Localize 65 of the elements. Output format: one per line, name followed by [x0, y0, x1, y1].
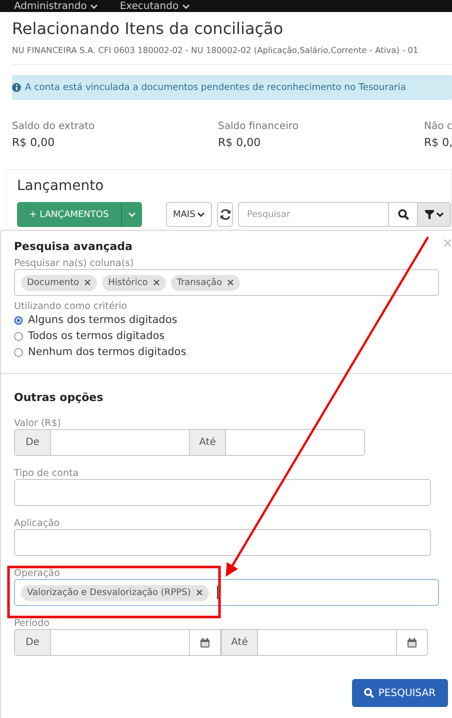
alert-message: A conta está vinculada a documentos pendentes de reconhecimento no Tesouraria	[25, 82, 406, 93]
input-field[interactable]	[226, 429, 365, 456]
input-field[interactable]	[14, 529, 431, 556]
balance-label: Não c	[424, 121, 452, 132]
radio-option[interactable]: Alguns dos termos digitados	[14, 312, 449, 328]
balance-label: Saldo financeiro	[218, 121, 300, 132]
search-button[interactable]	[388, 202, 418, 227]
input-field[interactable]	[258, 629, 396, 656]
input-field[interactable]	[14, 479, 431, 506]
calendar-button[interactable]	[396, 629, 428, 656]
remove-icon	[227, 279, 234, 286]
balance-label: Saldo do extrato	[12, 121, 96, 132]
filter-button[interactable]	[417, 202, 451, 227]
chevron-down-icon	[436, 212, 444, 218]
input-addon: Até	[189, 429, 226, 456]
radio-option[interactable]: Nenhum dos termos digitados	[14, 344, 449, 360]
panel-heading: Outras opções	[14, 391, 104, 404]
balance-value: R$ 0,00	[12, 136, 56, 149]
field-label: Aplicação	[14, 519, 61, 528]
search-field[interactable]: Pesquisar	[238, 202, 389, 227]
field-label: Operação	[14, 569, 61, 578]
section-title: Lançamento	[17, 178, 105, 194]
operation-tag-field[interactable]: Valorização e Desvalorização (RPPS)	[14, 579, 439, 606]
tag-chip: Valorização e Desvalorização (RPPS)	[21, 584, 209, 600]
more-button[interactable]: MAIS	[166, 202, 212, 227]
calendar-icon	[407, 638, 417, 648]
input-field[interactable]	[51, 629, 189, 656]
account-subtitle: NU FINANCEIRA S.A. CFI 0603 180002-02 - NU 180002-02 (Aplicação,Salário,Corrente - Ativa) - 01	[12, 45, 420, 55]
columns-tag-field[interactable]: Documento Histórico Transação	[14, 269, 439, 296]
input-addon: De	[14, 429, 51, 456]
calendar-icon	[200, 638, 210, 648]
input-addon: Até	[221, 629, 258, 656]
dialog-title: Relacionando Itens da conciliação	[12, 19, 284, 38]
panel-heading: Pesquisa avançada	[14, 240, 132, 253]
input-field[interactable]	[51, 429, 189, 456]
menu-item[interactable]: Administrando	[14, 2, 98, 12]
chevron-down-icon	[197, 212, 206, 218]
search-icon	[364, 688, 374, 698]
search-submit-button[interactable]: PESQUISAR	[352, 679, 448, 707]
menu-item[interactable]: Executando	[120, 2, 190, 12]
chevron-down-icon	[90, 4, 98, 10]
calendar-button[interactable]	[189, 629, 221, 656]
tag-chip: Documento	[21, 274, 98, 290]
refresh-button[interactable]	[217, 202, 233, 227]
field-label: Pesquisar na(s) coluna(s)	[14, 258, 135, 269]
remove-icon	[152, 279, 160, 286]
balance-value: R$ 0,	[424, 136, 452, 149]
field-label: Valor (R$)	[14, 419, 62, 428]
dropdown-toggle-button[interactable]	[121, 202, 142, 227]
field-label: Período	[14, 619, 50, 628]
radio-option[interactable]: Todos os termos digitados	[14, 328, 449, 344]
tag-chip: Transação	[170, 274, 240, 290]
remove-icon	[84, 279, 92, 286]
input-addon: De	[14, 629, 51, 656]
search-icon	[398, 209, 408, 220]
balance-value: R$ 0,00	[218, 136, 262, 149]
field-label: Utilizando como critério	[14, 301, 128, 312]
chevron-down-icon	[182, 4, 190, 10]
field-label: Tipo de conta	[14, 469, 80, 478]
filter-icon	[424, 210, 434, 219]
refresh-icon	[220, 209, 231, 220]
remove-icon	[196, 589, 203, 596]
tag-chip: Histórico	[102, 274, 166, 290]
chevron-down-icon	[128, 212, 136, 218]
info-icon	[12, 83, 21, 92]
